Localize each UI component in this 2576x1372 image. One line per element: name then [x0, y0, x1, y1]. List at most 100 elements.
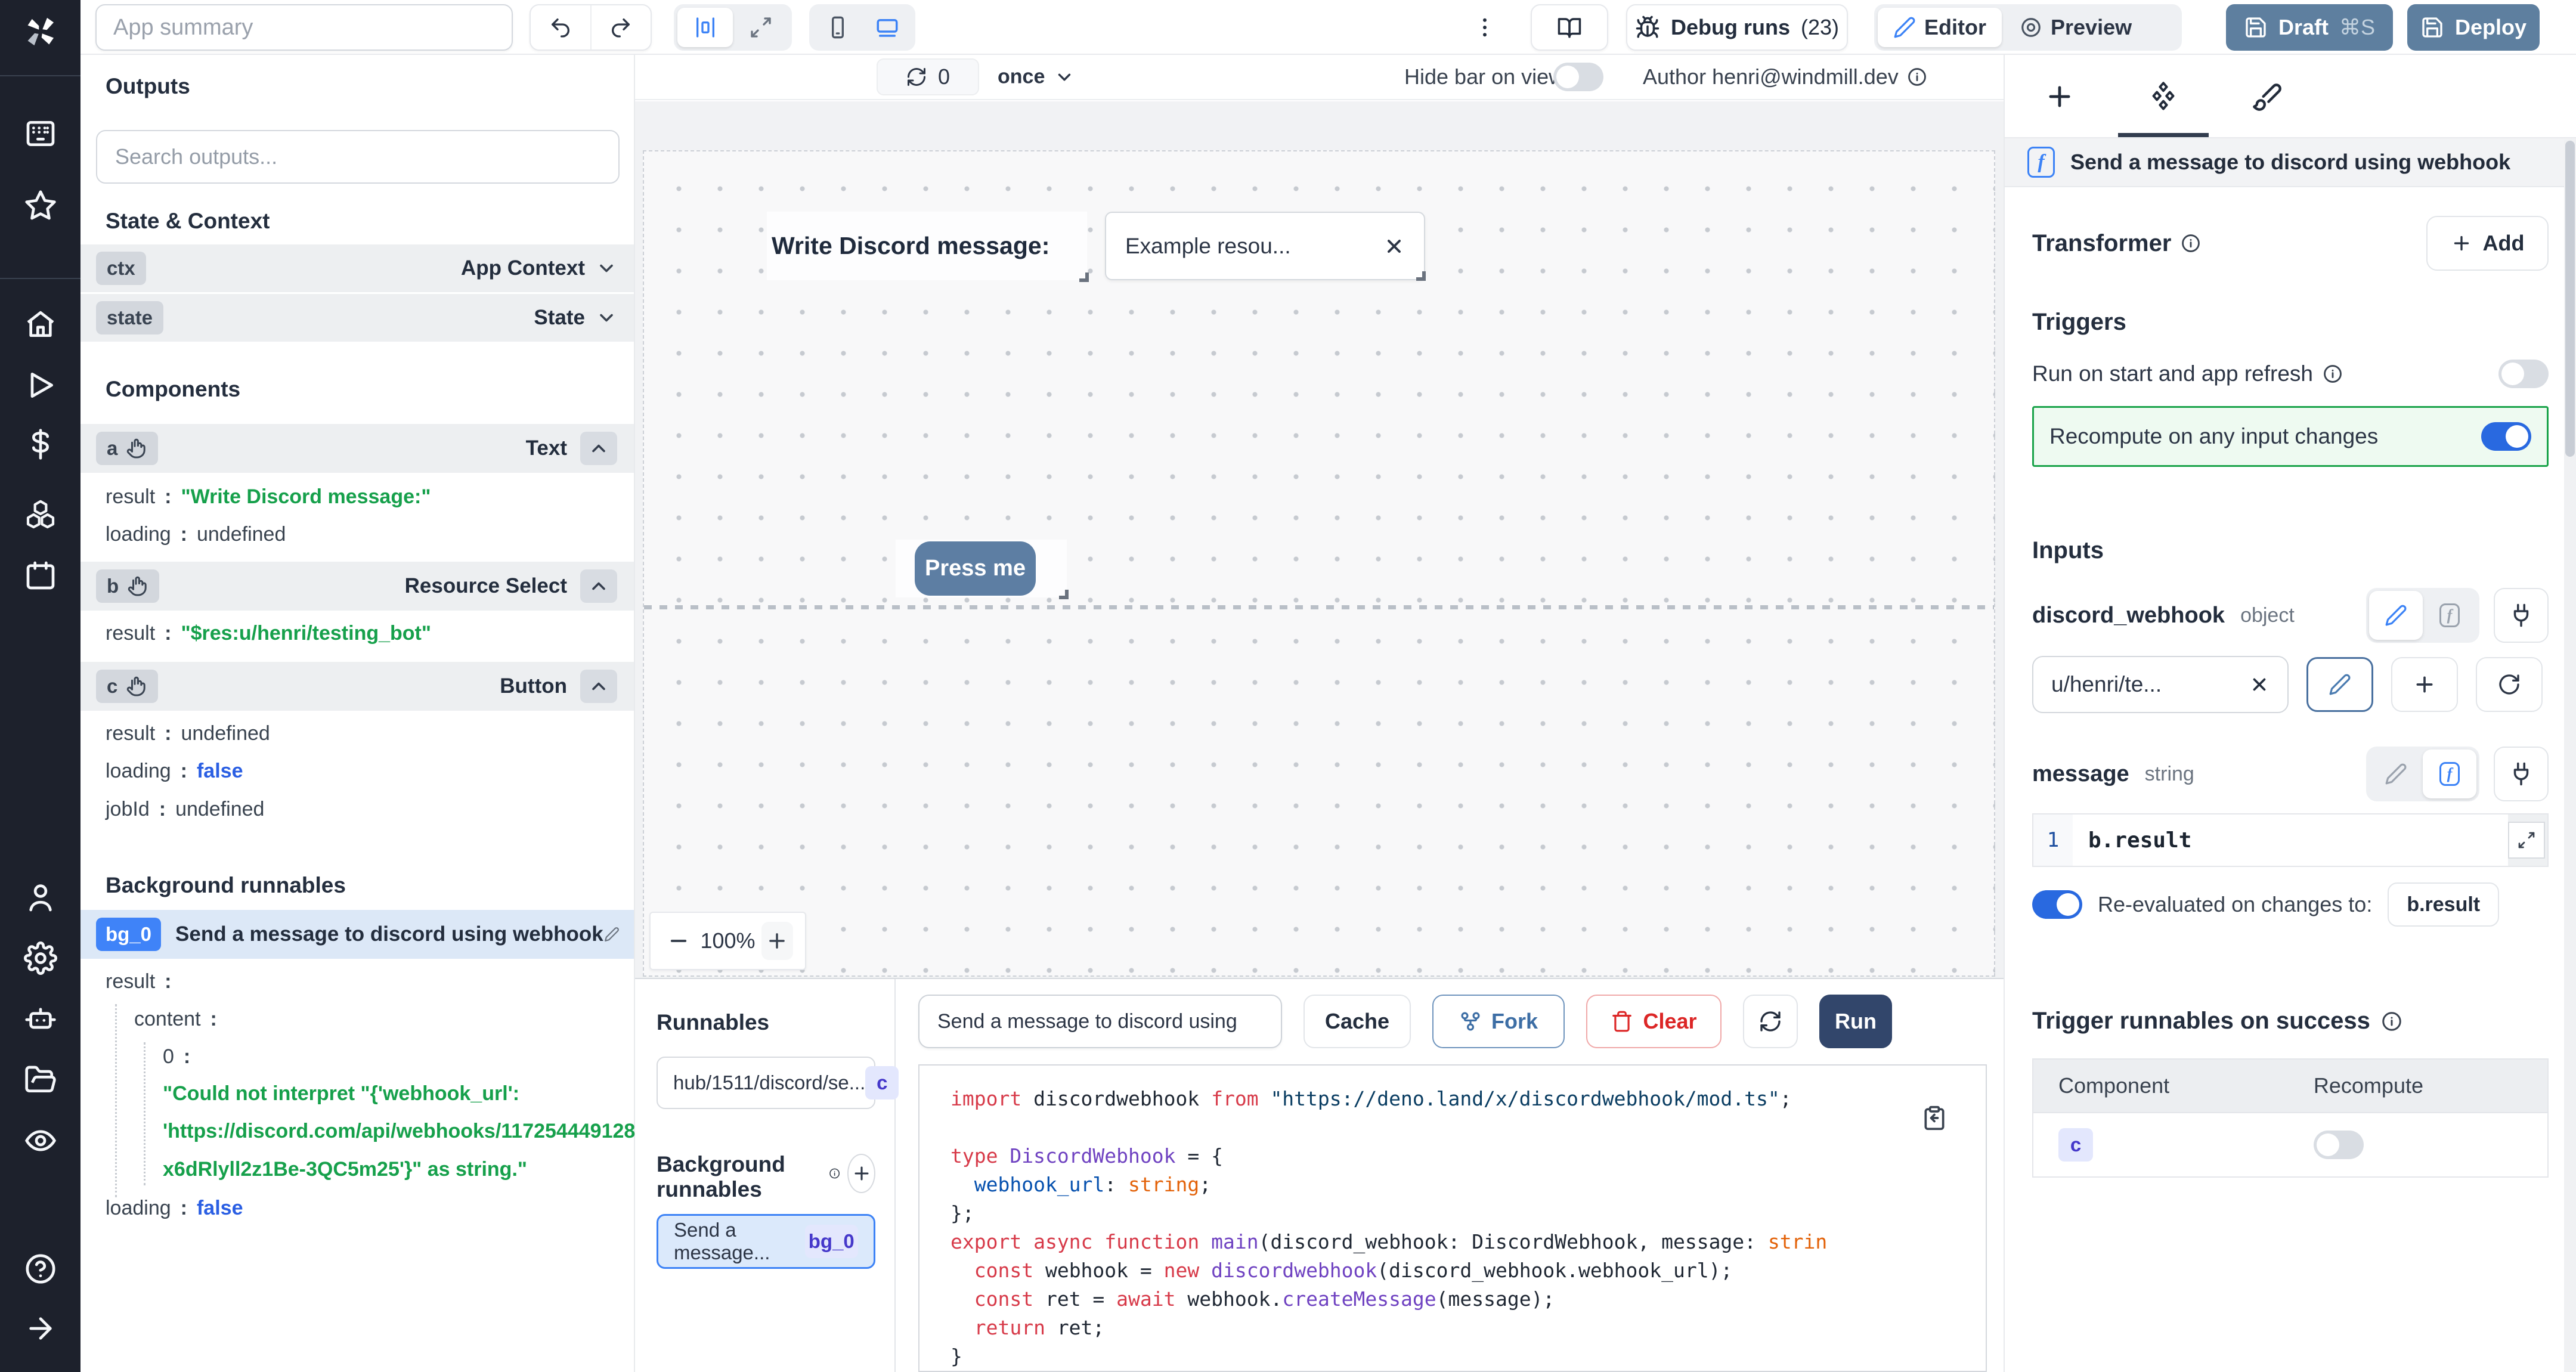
resources-blocks-icon[interactable]	[24, 498, 57, 531]
reeval-target-chip[interactable]: b.result	[2388, 882, 2499, 927]
collapse-button[interactable]	[580, 569, 617, 603]
code-editor[interactable]: import discordwebhook from "https://deno…	[918, 1064, 1987, 1372]
press-me-button[interactable]: Press me	[915, 541, 1036, 596]
connect-plug-button[interactable]	[2494, 747, 2549, 801]
static-input-button[interactable]	[2369, 591, 2423, 640]
search-outputs-input[interactable]	[96, 130, 620, 184]
row-recompute-toggle[interactable]	[2314, 1131, 2364, 1159]
info-icon[interactable]	[2181, 233, 2201, 253]
component-row-a[interactable]: a Text	[80, 424, 634, 473]
info-icon[interactable]	[829, 1165, 840, 1182]
state-row[interactable]: state State	[80, 294, 634, 342]
settings-gear-icon[interactable]	[24, 941, 57, 975]
chevron-up-icon	[588, 676, 609, 697]
tab-settings-components-icon[interactable]	[2148, 81, 2179, 112]
clear-button[interactable]: Clear	[1586, 995, 1722, 1048]
resource-select-component[interactable]: Example resou...	[1105, 212, 1425, 280]
chevron-down-icon[interactable]	[596, 258, 617, 279]
component-row-b[interactable]: b Resource Select	[80, 562, 634, 611]
outputs-title: Outputs	[106, 74, 190, 99]
undo-button[interactable]	[531, 5, 592, 49]
ctx-row[interactable]: ctx App Context	[80, 244, 634, 292]
resource-picker[interactable]: u/henri/te...	[2032, 656, 2289, 713]
home-icon[interactable]	[24, 308, 57, 341]
run-mode-dropdown[interactable]: once	[998, 66, 1075, 89]
resize-handle[interactable]	[1059, 590, 1069, 599]
debug-runs-button[interactable]: Debug runs (23)	[1626, 4, 1848, 51]
windmill-logo-icon[interactable]	[21, 12, 60, 51]
runs-play-icon[interactable]	[24, 368, 57, 402]
runnable-title-input[interactable]	[918, 995, 1282, 1048]
scrollbar-thumb[interactable]	[2565, 141, 2575, 457]
zoom-out-button[interactable]	[662, 922, 694, 960]
info-icon[interactable]	[1907, 67, 1927, 87]
docs-button[interactable]	[1531, 4, 1608, 51]
hide-bar-toggle[interactable]	[1553, 63, 1603, 91]
collapse-button[interactable]	[580, 670, 617, 703]
resize-handle[interactable]	[1079, 272, 1089, 282]
bg-runnable-row[interactable]: bg_0 Send a message to discord using web…	[80, 910, 634, 959]
add-transformer-button[interactable]: Add	[2426, 216, 2549, 271]
clear-x-icon[interactable]	[2249, 674, 2270, 695]
expand-editor-button[interactable]	[2508, 822, 2545, 859]
collapse-arrow-icon[interactable]	[24, 1312, 57, 1345]
users-icon[interactable]	[24, 881, 57, 914]
folders-icon[interactable]	[24, 1063, 57, 1097]
static-input-button[interactable]	[2369, 750, 2423, 798]
workers-robot-icon[interactable]	[24, 1002, 57, 1036]
info-icon[interactable]	[2323, 364, 2343, 384]
connect-plug-button[interactable]	[2494, 588, 2549, 643]
deploy-button[interactable]: Deploy	[2407, 4, 2540, 51]
desktop-view-button[interactable]	[862, 8, 912, 47]
center-layout-button[interactable]	[677, 8, 733, 47]
draft-button[interactable]: Draft ⌘S	[2226, 4, 2393, 51]
chevron-up-icon	[588, 575, 609, 597]
cache-button[interactable]: Cache	[1304, 995, 1411, 1048]
recompute-toggle[interactable]	[2481, 422, 2531, 451]
refresh-count-button[interactable]: 0	[877, 58, 979, 95]
tab-editor[interactable]: Editor	[1878, 8, 2002, 47]
collapse-button[interactable]	[580, 432, 617, 465]
clear-x-icon[interactable]	[1383, 236, 1405, 257]
fullwidth-layout-button[interactable]	[733, 8, 788, 47]
bg-runnable-item-selected[interactable]: Send a message... bg_0	[657, 1214, 875, 1269]
edit-resource-button[interactable]	[2306, 657, 2373, 712]
refresh-resource-button[interactable]	[2476, 657, 2543, 712]
variables-dollar-icon[interactable]	[24, 428, 57, 461]
reload-button[interactable]	[1743, 995, 1798, 1048]
tab-css-brush-icon[interactable]	[2252, 81, 2283, 112]
add-resource-button[interactable]	[2391, 657, 2458, 712]
scrollbar[interactable]	[2564, 140, 2576, 1372]
add-bg-runnable-button[interactable]	[847, 1154, 875, 1193]
canvas-grid[interactable]: Write Discord message: Example resou... …	[643, 150, 1995, 977]
app-editor-icon[interactable]	[24, 117, 57, 150]
message-expression-editor[interactable]: 1 b.result	[2032, 813, 2549, 867]
pencil-icon	[2329, 673, 2351, 696]
app-summary-input[interactable]	[95, 4, 513, 51]
reeval-toggle[interactable]	[2032, 890, 2082, 919]
audit-eye-icon[interactable]	[24, 1124, 57, 1157]
runnable-item[interactable]: hub/1511/discord/se... c	[657, 1057, 875, 1109]
schedules-calendar-icon[interactable]	[24, 559, 57, 592]
chevron-down-icon[interactable]	[596, 307, 617, 329]
copy-code-icon[interactable]	[1921, 1105, 1948, 1131]
tab-insert-plus-icon[interactable]	[2044, 81, 2075, 112]
mobile-view-button[interactable]	[813, 8, 862, 47]
component-row-c[interactable]: c Button	[80, 662, 634, 711]
eval-input-button[interactable]: f	[2423, 591, 2476, 640]
fork-button[interactable]: Fork	[1432, 995, 1565, 1048]
run-on-start-toggle[interactable]	[2498, 360, 2549, 388]
edit-pencil-icon[interactable]	[604, 927, 620, 942]
tab-preview[interactable]: Preview	[2004, 8, 2147, 47]
eval-input-button[interactable]: f	[2423, 750, 2476, 798]
text-component[interactable]: Write Discord message:	[767, 212, 1087, 280]
resize-handle[interactable]	[1416, 271, 1426, 281]
run-button[interactable]: Run	[1819, 995, 1892, 1048]
bg-runnables-title: Background runnables	[657, 1152, 822, 1202]
redo-button[interactable]	[592, 5, 651, 49]
favorites-star-icon[interactable]	[24, 189, 57, 222]
help-icon[interactable]	[24, 1252, 57, 1286]
info-icon[interactable]	[2381, 1011, 2402, 1032]
more-menu-button[interactable]	[1467, 4, 1503, 51]
zoom-in-button[interactable]	[761, 922, 793, 960]
